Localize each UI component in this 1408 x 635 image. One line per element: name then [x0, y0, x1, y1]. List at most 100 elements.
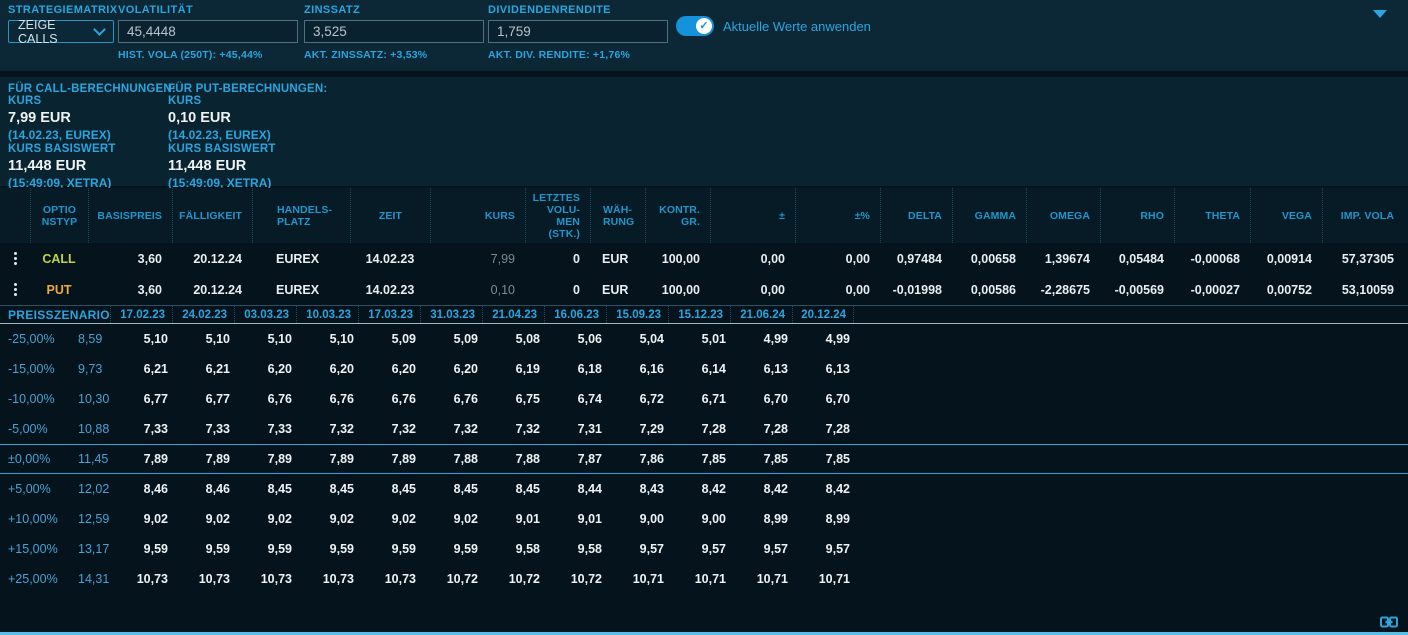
scenario-cell: 6,16 [606, 362, 668, 376]
scenario-cell: 6,20 [358, 362, 420, 376]
scenario-cell: 10,71 [730, 572, 792, 586]
scenario-cell: 9,02 [110, 512, 172, 526]
column-header-text: RHO [1101, 210, 1164, 222]
scenario-cell: 6,71 [668, 392, 730, 406]
scenario-date: 21.06.24 [730, 306, 792, 323]
scenario-date: 15.12.23 [668, 306, 730, 323]
option-cell: 0,97484 [880, 252, 952, 266]
scenario-cell: 7,89 [234, 452, 296, 466]
option-cell: 0,05484 [1100, 252, 1174, 266]
volatility-label: VOLATILITÄT [118, 4, 298, 16]
collapse-panel-arrow-icon[interactable] [1373, 10, 1387, 18]
scenario-cell: 6,13 [730, 362, 792, 376]
scenario-cell: 6,20 [296, 362, 358, 376]
scenario-row: -15,00%9,736,216,216,206,206,206,206,196… [0, 354, 1408, 384]
scenario-row: ±0,00%11,457,897,897,897,897,897,887,887… [0, 444, 1408, 474]
column-header-text: ±% [796, 210, 870, 222]
column-header-text: DELTA [881, 210, 942, 222]
option-cell: EUR [590, 283, 645, 297]
dividend-input[interactable] [488, 20, 668, 43]
scenario-cell: 6,76 [234, 392, 296, 406]
scenario-cell: 8,45 [482, 482, 544, 496]
scenario-cell: 6,77 [110, 392, 172, 406]
apply-toggle-label: Aktuelle Werte anwenden [723, 19, 871, 34]
scenario-cell: 6,13 [792, 362, 854, 376]
scenario-percent: -15,00% [0, 362, 72, 376]
scenario-date: 15.09.23 [606, 306, 668, 323]
scenario-base-price: 12,59 [72, 512, 110, 526]
scenario-cell: 10,73 [110, 572, 172, 586]
scenario-cell: 8,99 [792, 512, 854, 526]
link-icon[interactable] [1380, 616, 1398, 628]
column-header: ZEIT [350, 188, 430, 243]
scenario-row: +15,00%13,179,599,599,599,599,599,599,58… [0, 534, 1408, 564]
column-header: HANDELS- PLATZ [252, 188, 350, 243]
option-cell: EUREX [252, 252, 350, 266]
apply-toggle[interactable]: ✓ [676, 16, 714, 36]
option-type-cell: CALL [30, 252, 88, 266]
scenario-cell: 10,73 [358, 572, 420, 586]
scenario-cell: 9,59 [358, 542, 420, 556]
scenario-cell: 6,19 [482, 362, 544, 376]
option-cell: 0,00752 [1250, 283, 1322, 297]
put-info-title: FÜR PUT-BERECHNUNGEN: [168, 83, 327, 95]
option-cell: 100,00 [645, 252, 710, 266]
scenario-row: +25,00%14,3110,7310,7310,7310,7310,7310,… [0, 564, 1408, 594]
scenario-cell: 7,85 [668, 452, 730, 466]
dividend-field: DIVIDENDENRENDITE AKT. DIV. RENDITE: +1,… [488, 4, 668, 61]
scenario-cell: 6,70 [792, 392, 854, 406]
scenario-cell: 10,71 [792, 572, 854, 586]
scenario-body: -25,00%8,595,105,105,105,105,095,095,085… [0, 324, 1408, 594]
column-header-text: ± [711, 210, 785, 222]
option-row-call[interactable]: CALL3,6020.12.24EUREX14.02.237,990EUR100… [0, 243, 1408, 274]
interest-field: ZINSSATZ AKT. ZINSSATZ: +3,53% [304, 4, 484, 61]
column-header-text: THETA [1175, 210, 1240, 222]
option-cell: 14.02.23 [350, 252, 430, 266]
toolbar: STRATEGIEMATRIX ZEIGE CALLS VOLATILITÄT … [0, 0, 1408, 71]
scenario-cell: 5,08 [482, 332, 544, 346]
scenario-cell: 5,06 [544, 332, 606, 346]
column-header: ±% [795, 188, 880, 243]
scenario-cell: 7,89 [296, 452, 358, 466]
strategy-select-value: ZEIGE CALLS [18, 18, 89, 46]
scenario-cell: 6,20 [234, 362, 296, 376]
kebab-menu-icon[interactable] [0, 283, 30, 296]
scenario-date: 17.03.23 [358, 306, 420, 323]
scenario-date: 17.02.23 [110, 306, 172, 323]
scenario-cell: 6,72 [606, 392, 668, 406]
column-header-text: HANDELS- PLATZ [277, 204, 350, 228]
scenario-row: -5,00%10,887,337,337,337,327,327,327,327… [0, 414, 1408, 444]
scenario-base-price: 13,17 [72, 542, 110, 556]
scenario-cell: 7,89 [358, 452, 420, 466]
scenario-cell: 7,89 [172, 452, 234, 466]
strategy-select[interactable]: ZEIGE CALLS [8, 20, 114, 43]
scenario-row: +10,00%12,599,029,029,029,029,029,029,01… [0, 504, 1408, 534]
scenario-cell: 9,58 [482, 542, 544, 556]
scenario-cell: 5,10 [296, 332, 358, 346]
scenario-cell: 6,20 [420, 362, 482, 376]
scenario-cell: 9,57 [792, 542, 854, 556]
scenario-cell: 10,72 [420, 572, 482, 586]
column-header-text: IMP. VOLA [1323, 210, 1394, 222]
scenario-cell: 9,59 [172, 542, 234, 556]
scenario-cell: 6,75 [482, 392, 544, 406]
option-row-put[interactable]: PUT3,6020.12.24EUREX14.02.230,100EUR100,… [0, 274, 1408, 305]
column-header: THETA [1174, 188, 1250, 243]
scenario-cell: 7,33 [172, 422, 234, 436]
scenario-cell: 7,85 [792, 452, 854, 466]
option-cell: 3,60 [88, 252, 172, 266]
option-cell: -0,00068 [1174, 252, 1250, 266]
interest-input[interactable] [304, 20, 484, 43]
call-info-title: FÜR CALL-BERECHNUNGEN: [8, 83, 176, 95]
scenario-cell: 9,01 [544, 512, 606, 526]
scenario-cell: 7,32 [420, 422, 482, 436]
check-icon: ✓ [696, 18, 712, 34]
scenario-cell: 7,87 [544, 452, 606, 466]
scenario-cell: 9,57 [668, 542, 730, 556]
volatility-input[interactable] [118, 20, 298, 43]
kebab-menu-icon[interactable] [0, 252, 30, 265]
scenario-cell: 9,00 [668, 512, 730, 526]
scenario-cell: 10,72 [544, 572, 606, 586]
scenario-cell: 9,02 [358, 512, 420, 526]
scenario-cell: 9,02 [296, 512, 358, 526]
